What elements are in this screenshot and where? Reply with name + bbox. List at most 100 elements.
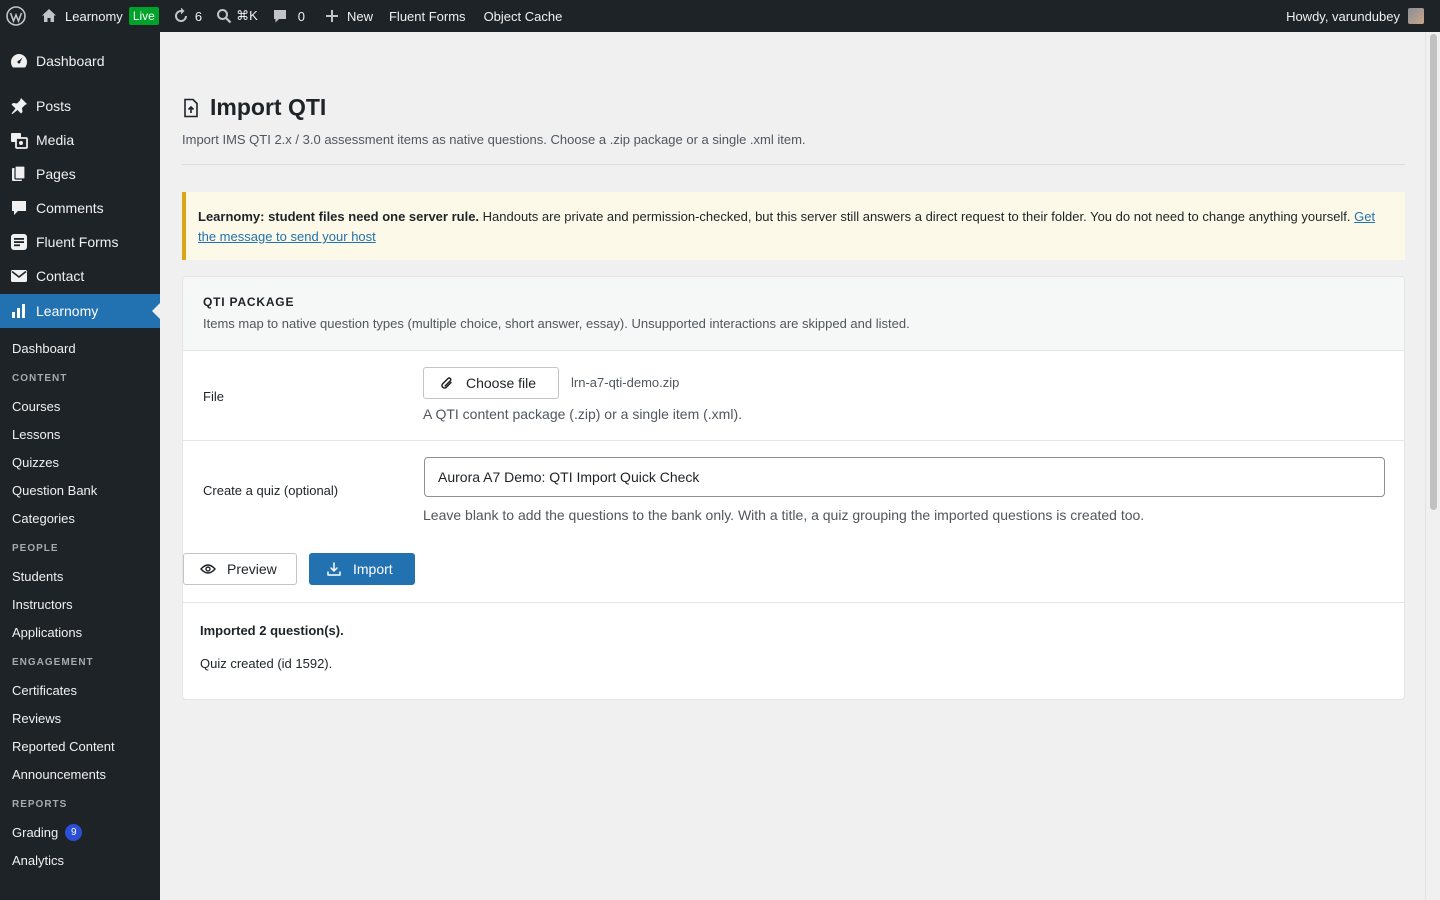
live-badge: Live xyxy=(128,7,159,25)
admin-sidebar: Dashboard Posts Media Pages Comments Flu… xyxy=(0,32,160,900)
site-name: Learnomy xyxy=(65,8,123,24)
import-label: Import xyxy=(353,561,393,577)
submenu-instructors[interactable]: Instructors xyxy=(0,590,160,618)
file-row: File Choose file lrn-a7-qti-demo.zip A Q… xyxy=(183,351,1404,441)
search-shortcut[interactable]: ⌘K xyxy=(209,0,265,32)
scrollbar-thumb[interactable] xyxy=(1430,34,1437,510)
choose-file-label: Choose file xyxy=(466,375,537,391)
menu-comments-label: Comments xyxy=(36,200,104,216)
pin-icon xyxy=(10,97,28,115)
quiz-title-input[interactable] xyxy=(424,457,1385,497)
submenu-reviews[interactable]: Reviews xyxy=(0,704,160,732)
menu-dashboard-label: Dashboard xyxy=(36,53,105,69)
choose-file-button[interactable]: Choose file xyxy=(423,367,559,399)
fluent-forms-link[interactable]: Fluent Forms xyxy=(382,0,473,32)
comments-count: 0 xyxy=(297,8,305,24)
comment-icon xyxy=(10,199,28,217)
eye-icon xyxy=(200,564,216,574)
pages-icon xyxy=(10,165,28,183)
search-icon xyxy=(217,9,232,24)
admin-bar: Learnomy Live 6 ⌘K 0 New Fluent Forms Ob… xyxy=(0,0,1440,32)
dashboard-icon xyxy=(10,52,28,70)
plus-icon xyxy=(325,10,338,22)
card-actions: Preview Import xyxy=(183,553,415,585)
selected-file-name: lrn-a7-qti-demo.zip xyxy=(571,375,680,390)
menu-posts-label: Posts xyxy=(36,98,72,114)
avatar xyxy=(1408,8,1424,24)
submenu-lessons[interactable]: Lessons xyxy=(0,420,160,448)
new-content-link[interactable]: New xyxy=(318,0,380,32)
server-rule-notice: Learnomy: student files need one server … xyxy=(182,192,1405,260)
submenu-analytics[interactable]: Analytics xyxy=(0,846,160,874)
main-content: Import QTI Import IMS QTI 2.x / 3.0 asse… xyxy=(160,32,1425,900)
card-subtitle: Items map to native question types (mult… xyxy=(203,316,910,331)
updates-link[interactable]: 6 xyxy=(166,0,209,32)
card-header: QTI PACKAGE Items map to native question… xyxy=(183,277,1404,351)
preview-button[interactable]: Preview xyxy=(183,553,297,585)
menu-media-label: Media xyxy=(36,132,75,148)
menu-media[interactable]: Media xyxy=(0,123,160,157)
site-name-link[interactable]: Learnomy Live xyxy=(34,0,166,32)
preview-label: Preview xyxy=(227,561,277,577)
learnomy-submenu: Dashboard CONTENT Courses Lessons Quizze… xyxy=(0,328,160,874)
quiz-help-text: Leave blank to add the questions to the … xyxy=(423,507,1145,523)
menu-pages-label: Pages xyxy=(36,166,76,182)
wordpress-logo-icon[interactable] xyxy=(0,0,34,32)
menu-dashboard[interactable]: Dashboard xyxy=(0,44,160,78)
submenu-students[interactable]: Students xyxy=(0,562,160,590)
grading-count-badge: 9 xyxy=(65,823,83,841)
media-icon xyxy=(10,131,28,149)
submenu-certificates[interactable]: Certificates xyxy=(0,676,160,704)
import-button[interactable]: Import xyxy=(309,553,415,585)
submenu-reported-content[interactable]: Reported Content xyxy=(0,732,160,760)
notice-text: Handouts are private and permission-chec… xyxy=(479,209,1355,224)
submenu-heading-engagement: ENGAGEMENT xyxy=(12,656,94,668)
search-shortcut-label: ⌘K xyxy=(236,8,258,23)
notice-bold: Learnomy: student files need one server … xyxy=(198,209,480,224)
menu-contact-label: Contact xyxy=(36,268,85,284)
menu-learnomy-label: Learnomy xyxy=(36,303,99,319)
new-label: New xyxy=(346,8,373,24)
card-title: QTI PACKAGE xyxy=(203,295,295,309)
menu-posts[interactable]: Posts xyxy=(0,89,160,123)
page-scrollbar[interactable] xyxy=(1425,32,1440,900)
mail-icon xyxy=(10,267,28,285)
menu-contact[interactable]: Contact xyxy=(0,259,160,293)
submenu-question-bank[interactable]: Question Bank xyxy=(0,476,160,504)
submenu-grading-label: Grading xyxy=(12,824,59,840)
submenu-announcements[interactable]: Announcements xyxy=(0,760,160,788)
menu-comments[interactable]: Comments xyxy=(0,191,160,225)
submenu-applications[interactable]: Applications xyxy=(0,618,160,646)
refresh-icon xyxy=(174,8,187,22)
chart-icon xyxy=(10,302,28,320)
download-icon xyxy=(327,562,341,576)
howdy-text: Howdy, varundubey xyxy=(1286,8,1400,24)
submenu-heading-content: CONTENT xyxy=(12,372,68,384)
submenu-grading[interactable]: Grading 9 xyxy=(0,818,160,846)
quiz-row: Create a quiz (optional) Leave blank to … xyxy=(183,441,1404,551)
my-account-link[interactable]: Howdy, varundubey xyxy=(1279,0,1440,32)
submenu-quizzes[interactable]: Quizzes xyxy=(0,448,160,476)
submenu-dashboard[interactable]: Dashboard xyxy=(0,334,160,362)
result-quiz-created: Quiz created (id 1592). xyxy=(200,656,333,671)
paperclip-icon xyxy=(441,377,452,389)
page-header: Import QTI xyxy=(182,94,326,121)
submenu-courses[interactable]: Courses xyxy=(0,392,160,420)
page-description: Import IMS QTI 2.x / 3.0 assessment item… xyxy=(182,132,806,147)
home-icon xyxy=(42,9,56,22)
menu-fluent-forms-label: Fluent Forms xyxy=(36,234,119,250)
menu-fluent-forms[interactable]: Fluent Forms xyxy=(0,225,160,259)
object-cache-link[interactable]: Object Cache xyxy=(477,0,570,32)
file-label: File xyxy=(203,389,224,404)
submenu-heading-reports: REPORTS xyxy=(12,798,68,810)
submenu-heading-people: PEOPLE xyxy=(12,542,59,554)
submenu-categories[interactable]: Categories xyxy=(0,504,160,532)
comment-icon xyxy=(273,10,286,23)
comments-link[interactable]: 0 xyxy=(265,0,312,32)
file-import-icon xyxy=(184,98,198,117)
menu-learnomy[interactable]: Learnomy xyxy=(0,294,160,328)
import-result: Imported 2 question(s). Quiz created (id… xyxy=(183,602,1404,700)
page-title: Import QTI xyxy=(210,94,327,120)
file-help-text: A QTI content package (.zip) or a single… xyxy=(423,406,743,422)
menu-pages[interactable]: Pages xyxy=(0,157,160,191)
